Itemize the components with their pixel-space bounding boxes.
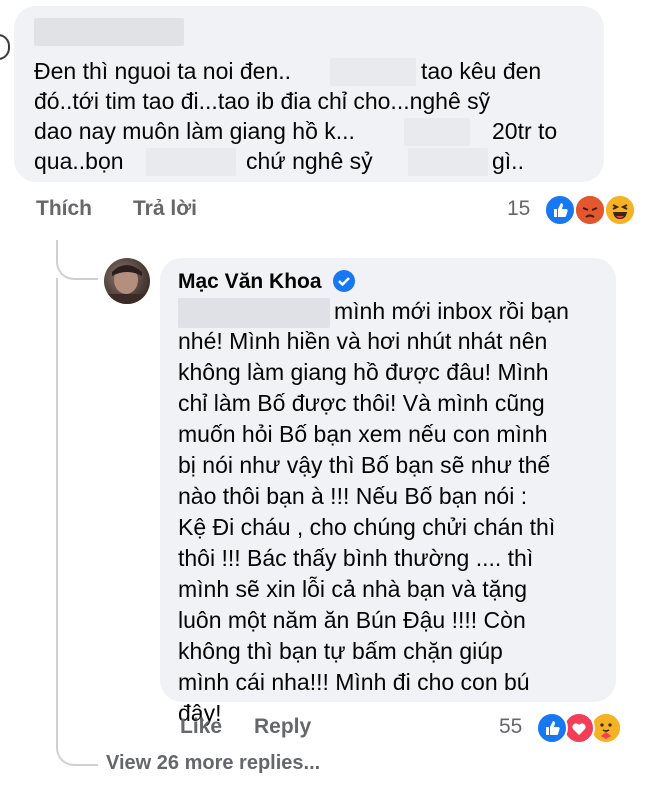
reply-text-line: bị nói như vậy thì Bố bạn sẽ như thế [178, 452, 551, 478]
reaction-count: 55 [499, 715, 523, 738]
redacted-name [34, 18, 184, 46]
author-name[interactable]: Mạc Văn Khoa [178, 270, 322, 294]
avatar[interactable] [104, 258, 150, 304]
comment-text-line: chứ nghê sỷ [246, 148, 373, 174]
angry-reaction-icon [574, 194, 606, 226]
comment-text-line: dao nay muôn làm giang hồ k... [34, 118, 355, 144]
redacted-text [146, 148, 236, 176]
haha-reaction-icon [604, 194, 636, 226]
reply-text-line: chỉ làm Bố được thôi! Và mình cũng [178, 390, 545, 416]
avatar-partial[interactable] [0, 34, 10, 60]
like-button[interactable]: Like [180, 715, 222, 739]
reply-text-line: không làm giang hồ được đâu! Mình [178, 359, 549, 385]
redacted-text [330, 58, 416, 86]
comment-text-line: 20tr to [492, 118, 558, 144]
redacted-mention [178, 298, 330, 328]
comment-text-line: đó..tới tim tao đi...tao ib đia chỉ cho.… [34, 88, 491, 114]
comment-text-line: qua..bọn [34, 148, 124, 174]
like-button[interactable]: Thích [36, 197, 92, 221]
thread-connector [56, 728, 98, 766]
reply-text-line: không thì bạn tự bấm chặn giúp [178, 638, 503, 664]
thread-connector [56, 240, 98, 280]
reply-text-line: mình cái nha!!! Mình đi cho con bú [178, 669, 530, 695]
reply-text-line: thôi !!! Bác thấy bình thường .... thì [178, 545, 534, 571]
verified-badge-icon [333, 270, 355, 292]
reply-text-line: luôn một năm ăn Bún Đậu !!!! Còn [178, 607, 526, 633]
comment-text-line: gì.. [492, 148, 524, 174]
view-more-replies-link[interactable]: View 26 more replies... [106, 752, 320, 775]
like-reaction-icon [536, 712, 568, 744]
reaction-count: 15 [507, 197, 531, 220]
reply-button[interactable]: Trả lời [133, 197, 197, 221]
thread-line [56, 278, 58, 730]
reply-text-line: nào thôi bạn à !!! Nếu Bố bạn nói : [178, 483, 528, 509]
comment-text-line: tao kêu đen [421, 58, 542, 84]
reply-button[interactable]: Reply [254, 715, 311, 739]
reply-text-line: Kệ Đi cháu , cho chúng chửi chán thì [178, 514, 556, 540]
reply-text-line: muốn hỏi Bố bạn xem nếu con mình [178, 421, 548, 447]
comment-text-line: Đen thì nguoi ta noi đen.. [34, 58, 292, 84]
reply-text-line: mình mới inbox rồi bạn [334, 298, 569, 324]
like-reaction-icon [544, 194, 576, 226]
reply-text-line: mình sẽ xin lỗi cả nhà bạn và tặng [178, 576, 528, 602]
reply-text-line: nhé! Mình hiền và hơi nhút nhát nên [178, 328, 548, 354]
redacted-text [408, 148, 488, 176]
redacted-text [404, 118, 470, 146]
